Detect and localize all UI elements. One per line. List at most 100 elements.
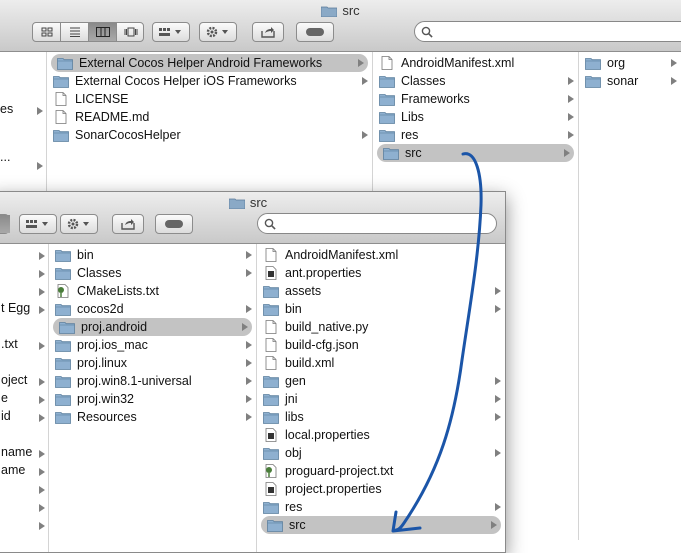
list-item[interactable]: proguard-project.txt (257, 462, 505, 480)
front-column-1: bin Classes CMakeLists.txt cocos2d proj.andr… (49, 244, 257, 552)
list-item[interactable]: ant.properties (257, 264, 505, 282)
list-item[interactable]: cocos2d (49, 300, 256, 318)
item-label: Frameworks (401, 92, 470, 106)
item-label: proj.linux (77, 356, 128, 370)
list-item[interactable]: Classes (373, 72, 578, 90)
edit-tags-button[interactable] (155, 214, 193, 234)
search-input[interactable] (439, 24, 664, 40)
list-item[interactable]: sonar (579, 72, 681, 90)
list-item[interactable]: src (261, 516, 501, 534)
list-item[interactable]: LICENSE (47, 90, 372, 108)
folder-icon (585, 76, 601, 88)
list-item[interactable]: org (579, 54, 681, 72)
folder-icon (267, 520, 283, 532)
folder-icon (263, 286, 279, 298)
disclosure-arrow-icon (495, 305, 501, 313)
item-label: Classes (77, 266, 122, 280)
item-label: build.xml (285, 356, 335, 370)
disclosure-arrow-icon (39, 468, 45, 476)
tag-icon (306, 28, 324, 36)
list-item[interactable]: build-cfg.json (257, 336, 505, 354)
folder-icon (379, 94, 395, 106)
item-label: LICENSE (75, 92, 129, 106)
list-item[interactable]: bin (257, 300, 505, 318)
disclosure-arrow-icon (358, 59, 364, 67)
truncated-label: oject (1, 373, 28, 387)
disclosure-arrow-icon (495, 503, 501, 511)
list-item[interactable]: bin (49, 246, 256, 264)
disclosure-arrow-icon (362, 131, 368, 139)
search-field[interactable] (257, 213, 497, 234)
list-item[interactable]: build_native.py (257, 318, 505, 336)
list-item[interactable]: proj.win32 (49, 390, 256, 408)
item-label: cocos2d (77, 302, 124, 316)
list-item[interactable]: proj.win8.1-universal (49, 372, 256, 390)
disclosure-arrow-icon (495, 413, 501, 421)
document-icon (265, 338, 277, 352)
list-item[interactable]: External Cocos Helper iOS Frameworks (47, 72, 372, 90)
list-item[interactable]: External Cocos Helper Android Frameworks (51, 54, 368, 72)
list-item[interactable]: local.properties (257, 426, 505, 444)
list-item[interactable]: SonarCocosHelper (47, 126, 372, 144)
action-gear-button[interactable] (60, 214, 98, 234)
search-field[interactable] (414, 21, 681, 42)
disclosure-arrow-icon (246, 413, 252, 421)
list-item[interactable]: proj.linux (49, 354, 256, 372)
item-label: project.properties (285, 482, 382, 496)
disclosure-arrow-icon (246, 359, 252, 367)
arrange-button[interactable] (19, 214, 57, 234)
list-item[interactable]: AndroidManifest.xml (257, 246, 505, 264)
item-label: Classes (401, 74, 446, 88)
view-mode-segmented-control (32, 22, 144, 42)
disclosure-arrow-icon (39, 252, 45, 260)
column-view-button[interactable] (89, 23, 117, 41)
list-item[interactable]: proj.android (53, 318, 252, 336)
list-item[interactable]: Frameworks (373, 90, 578, 108)
list-item[interactable]: jni (257, 390, 505, 408)
list-item[interactable]: AndroidManifest.xml (373, 54, 578, 72)
properties-file-icon (265, 428, 277, 442)
list-item[interactable]: Resources (49, 408, 256, 426)
disclosure-arrow-icon (495, 395, 501, 403)
list-item[interactable]: Libs (373, 108, 578, 126)
disclosure-arrow-icon (39, 378, 45, 386)
arrange-button[interactable] (152, 22, 190, 42)
disclosure-arrow-icon (39, 270, 45, 278)
truncated-label: name (1, 445, 33, 459)
disclosure-arrow-icon (39, 414, 45, 422)
list-item[interactable]: assets (257, 282, 505, 300)
list-item[interactable]: obj (257, 444, 505, 462)
action-gear-button[interactable] (199, 22, 237, 42)
share-button[interactable] (252, 22, 284, 42)
edit-tags-button[interactable] (296, 22, 334, 42)
disclosure-arrow-icon (564, 149, 570, 157)
share-button[interactable] (112, 214, 144, 234)
icon-view-button[interactable] (33, 23, 61, 41)
list-view-button[interactable] (61, 23, 89, 41)
list-item[interactable]: project.properties (257, 480, 505, 498)
coverflow-view-button[interactable] (117, 23, 145, 41)
list-item[interactable]: proj.ios_mac (49, 336, 256, 354)
list-item[interactable]: libs (257, 408, 505, 426)
item-label: src (289, 518, 306, 532)
list-item[interactable]: CMakeLists.txt (49, 282, 256, 300)
share-icon (261, 27, 275, 38)
view-mode-segmented-control (0, 214, 10, 234)
list-item[interactable]: README.md (47, 108, 372, 126)
list-item[interactable]: Classes (49, 264, 256, 282)
list-item[interactable]: res (257, 498, 505, 516)
item-label: proj.android (81, 320, 148, 334)
disclosure-arrow-icon (246, 395, 252, 403)
text-file-icon (265, 464, 277, 478)
list-item[interactable]: src (377, 144, 574, 162)
list-item[interactable]: gen (257, 372, 505, 390)
column-view-button[interactable] (0, 215, 10, 233)
disclosure-arrow-icon (671, 59, 677, 67)
folder-icon (263, 394, 279, 406)
front-window-title: src (249, 195, 268, 210)
list-item[interactable]: build.xml (257, 354, 505, 372)
list-item[interactable]: res (373, 126, 578, 144)
item-label: build-cfg.json (285, 338, 359, 352)
search-input[interactable] (282, 216, 477, 232)
disclosure-arrow-icon (39, 504, 45, 512)
